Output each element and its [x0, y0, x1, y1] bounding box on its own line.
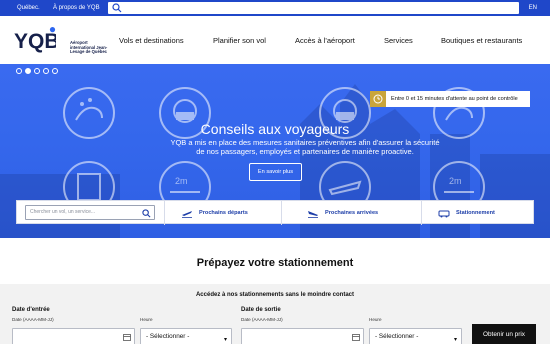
logo-airport-name: Aéroport international Jean-Lesage de Qu… [70, 40, 108, 55]
exit-hour-value: - Sélectionner - [375, 333, 419, 340]
exit-date-input[interactable] [241, 328, 364, 344]
arrivals-link[interactable]: Prochaines arrivées [307, 201, 378, 225]
chevron-down-icon: ▾ [223, 337, 227, 343]
exit-date-format: Date (AAAA-MM-JJ) [241, 317, 283, 322]
calendar-icon[interactable] [352, 333, 360, 341]
divider [421, 201, 422, 225]
svg-text:2m: 2m [175, 176, 188, 186]
car-icon [438, 210, 450, 218]
carousel-dot[interactable] [16, 68, 22, 74]
carousel-dot[interactable] [52, 68, 58, 74]
departures-label: Prochains départs [199, 210, 248, 216]
entry-hour-label: Heure [140, 317, 153, 322]
svg-text:YQB: YQB [14, 30, 56, 53]
parking-section-title: Prépayez votre stationnement [196, 257, 354, 269]
learn-more-button[interactable]: En savoir plus [249, 163, 302, 181]
yqb-logo-mark: YQB [14, 27, 56, 53]
hero-subtitle: YQB a mis en place des mesures sanitaire… [170, 138, 440, 156]
carousel-dot-active[interactable] [25, 68, 31, 74]
exit-hour-label: Heure [369, 317, 382, 322]
nav-flights-destinations[interactable]: Vols et destinations [119, 36, 184, 45]
divider [281, 201, 282, 225]
svg-text:2m: 2m [449, 176, 462, 186]
wait-time-text: Entre 0 et 15 minutes d'attente au point… [391, 96, 518, 102]
carousel-dots [16, 68, 58, 74]
top-search-input[interactable] [108, 2, 519, 14]
exit-date-label: Date de sortie [241, 307, 281, 313]
search-icon [112, 3, 122, 13]
entry-date-format: Date (AAAA-MM-JJ) [12, 317, 54, 322]
page: Québec. À propos de YQB EN YQB Aéroport … [0, 0, 550, 344]
departures-link[interactable]: Prochains départs [181, 201, 248, 225]
get-price-button[interactable]: Obtenir un prix [472, 324, 536, 344]
top-utility-bar: Québec. À propos de YQB EN [0, 0, 550, 16]
yqb-logo[interactable]: YQB Aéroport international Jean-Lesage d… [14, 27, 107, 57]
quick-access-bar: Chercher un vol, un service... Prochains… [16, 200, 534, 225]
plane-landing-icon [308, 211, 318, 218]
parking-form-panel: Accédez à nos stationnements sans le moi… [0, 284, 550, 344]
divider [164, 201, 165, 225]
quebec-link[interactable]: Québec. [17, 0, 40, 16]
language-toggle[interactable]: EN [529, 5, 537, 11]
nav-plan-flight[interactable]: Planifier son vol [213, 36, 266, 45]
hero-title: Conseils aux voyageurs [200, 121, 350, 137]
entry-hour-value: - Sélectionner - [146, 333, 190, 340]
plane-takeoff-icon [182, 211, 192, 218]
carousel-dot[interactable] [43, 68, 49, 74]
parking-label: Stationnement [456, 210, 495, 216]
quick-search-placeholder: Chercher un vol, un service... [30, 209, 96, 215]
parking-link[interactable]: Stationnement [438, 201, 495, 225]
clock-icon [370, 91, 386, 107]
arrivals-label: Prochaines arrivées [325, 210, 379, 216]
nav-services[interactable]: Services [384, 36, 413, 45]
quick-search-input[interactable]: Chercher un vol, un service... [25, 205, 155, 220]
about-yqb-link[interactable]: À propos de YQB [53, 0, 100, 16]
entry-date-label: Date d'entrée [12, 307, 50, 313]
search-icon[interactable] [142, 209, 151, 218]
carousel-dot[interactable] [34, 68, 40, 74]
main-header: YQB Aéroport international Jean-Lesage d… [0, 16, 550, 64]
parking-subtitle: Accédez à nos stationnements sans le moi… [195, 292, 355, 298]
exit-hour-select[interactable]: - Sélectionner - ▾ [369, 328, 462, 344]
chevron-down-icon: ▾ [453, 337, 457, 343]
entry-hour-select[interactable]: - Sélectionner - ▾ [140, 328, 232, 344]
security-wait-badge[interactable]: Entre 0 et 15 minutes d'attente au point… [370, 91, 530, 107]
nav-shops-restaurants[interactable]: Boutiques et restaurants [441, 36, 522, 45]
nav-airport-access[interactable]: Accès à l'aéroport [295, 36, 355, 45]
calendar-icon[interactable] [123, 333, 131, 341]
entry-date-input[interactable] [12, 328, 135, 344]
